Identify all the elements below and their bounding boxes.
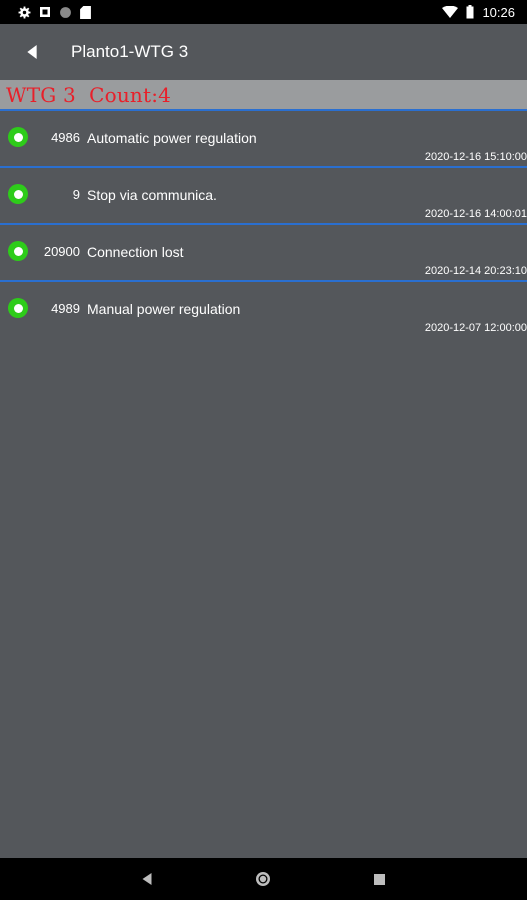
page-title: Planto1-WTG 3 — [71, 41, 189, 61]
nav-recents-icon — [373, 873, 385, 885]
system-nav-bar — [0, 858, 527, 900]
status-ok-icon — [8, 241, 28, 261]
status-bar: 10:26 — [0, 0, 527, 24]
clock: 10:26 — [482, 4, 515, 20]
summary-bar: WTG 3 Count:4 — [0, 80, 527, 111]
summary-count: WTG 3 Count:4 — [6, 82, 172, 107]
event-description: Manual power regulation — [87, 301, 241, 317]
event-description: Stop via communica. — [87, 187, 217, 203]
event-code: 20900 — [43, 244, 80, 259]
event-code: 4989 — [51, 301, 80, 316]
back-button[interactable] — [6, 24, 58, 79]
nav-back-icon — [142, 873, 152, 885]
app-bar: Planto1-WTG 3 — [0, 24, 527, 79]
status-ok-icon — [8, 184, 28, 204]
event-description: Connection lost — [87, 244, 184, 260]
event-row[interactable]: 20900 Connection lost 2020-12-14 20:23:1… — [0, 225, 527, 282]
nav-recents-button[interactable] — [359, 859, 399, 899]
event-list: 4986 Automatic power regulation 2020-12-… — [0, 111, 527, 337]
wifi-icon — [442, 6, 459, 18]
event-timestamp: 2020-12-16 15:10:00 — [424, 151, 527, 163]
back-arrow-icon — [27, 44, 37, 59]
status-ok-icon — [8, 298, 28, 318]
event-timestamp: 2020-12-07 12:00:00 — [424, 322, 527, 334]
nav-back-button[interactable] — [128, 859, 168, 899]
nav-home-button[interactable] — [243, 859, 283, 899]
event-row[interactable]: 4986 Automatic power regulation 2020-12-… — [0, 111, 527, 168]
nav-home-icon — [256, 872, 271, 886]
battery-icon — [466, 5, 474, 19]
event-timestamp: 2020-12-14 20:23:10 — [424, 265, 527, 277]
status-ok-icon — [8, 127, 28, 147]
settings-icon — [18, 6, 31, 18]
event-code: 9 — [72, 187, 80, 202]
event-code: 4986 — [51, 130, 80, 145]
circle-icon — [60, 6, 71, 18]
event-description: Automatic power regulation — [87, 130, 257, 146]
status-left-icons — [0, 5, 91, 19]
sd-card-icon — [80, 5, 91, 19]
event-row[interactable]: 9 Stop via communica. 2020-12-16 14:00:0… — [0, 168, 527, 225]
event-timestamp: 2020-12-16 14:00:01 — [424, 208, 527, 220]
stop-icon — [40, 7, 50, 17]
status-right-icons: 10:26 — [442, 5, 527, 20]
event-row[interactable]: 4989 Manual power regulation 2020-12-07 … — [0, 282, 527, 337]
